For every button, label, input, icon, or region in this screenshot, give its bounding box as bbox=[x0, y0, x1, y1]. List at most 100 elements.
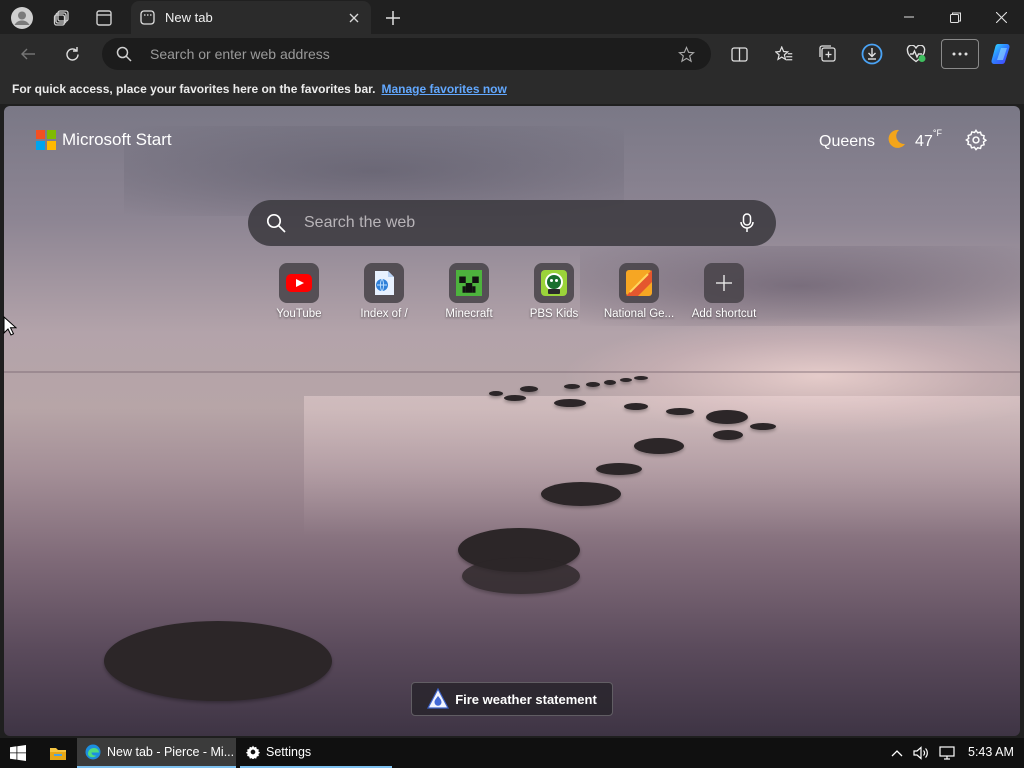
web-search-icon bbox=[266, 212, 288, 234]
shortcut-pbs-kids[interactable]: PBS Kids bbox=[511, 263, 597, 320]
split-screen-icon[interactable] bbox=[724, 39, 754, 69]
logo-square bbox=[36, 141, 45, 150]
shortcut-tile bbox=[279, 263, 319, 303]
settings-gear-icon bbox=[246, 745, 260, 759]
shortcut-minecraft[interactable]: Minecraft bbox=[426, 263, 512, 320]
title-bar: New tab bbox=[0, 0, 1024, 34]
tab-title: New tab bbox=[165, 10, 213, 25]
refresh-icon[interactable] bbox=[57, 39, 87, 69]
address-input[interactable] bbox=[148, 45, 671, 63]
shortcut-tile bbox=[704, 263, 744, 303]
shortcut-index-of[interactable]: Index of / bbox=[341, 263, 427, 320]
show-hidden-icons-chevron-icon[interactable] bbox=[887, 744, 907, 762]
minimize-icon[interactable] bbox=[886, 0, 932, 34]
background-stone bbox=[624, 403, 648, 410]
shortcut-label: National Ge... bbox=[603, 308, 675, 320]
shortcut-youtube[interactable]: YouTube bbox=[256, 263, 342, 320]
weather-alert-button[interactable]: Fire weather statement bbox=[411, 682, 613, 716]
directory-page-icon bbox=[375, 271, 394, 295]
page-settings-gear-icon[interactable] bbox=[962, 126, 990, 154]
background-stone bbox=[596, 463, 642, 475]
volume-icon[interactable] bbox=[911, 744, 931, 762]
background-stone bbox=[462, 558, 580, 594]
logo-square bbox=[47, 141, 56, 150]
favorites-bar-message: For quick access, place your favorites h… bbox=[12, 82, 376, 96]
shortcut-tile bbox=[619, 263, 659, 303]
new-tab-page: Microsoft Start Queens 47°F YouTube Inde… bbox=[4, 106, 1020, 736]
workspaces-icon[interactable] bbox=[49, 5, 75, 31]
shortcut-label: PBS Kids bbox=[529, 308, 579, 320]
weather-temperature: 47°F bbox=[915, 128, 942, 151]
favorites-icon[interactable] bbox=[769, 39, 799, 69]
collections-icon[interactable] bbox=[813, 39, 843, 69]
new-tab-plus-icon[interactable] bbox=[380, 5, 406, 31]
background-water bbox=[304, 396, 1020, 536]
manage-favorites-link[interactable]: Manage favorites now bbox=[381, 82, 506, 96]
shortcut-add[interactable]: Add shortcut bbox=[681, 263, 767, 320]
background-horizon bbox=[4, 371, 1020, 373]
tab-new-tab[interactable]: New tab bbox=[131, 1, 371, 34]
background-stone bbox=[541, 482, 621, 506]
web-search-input[interactable] bbox=[302, 213, 732, 233]
taskbar-clock[interactable]: 5:43 AM bbox=[968, 745, 1014, 759]
background-stone bbox=[504, 395, 526, 401]
taskbar: New tab - Pierce - Mi... Settings 5:43 A… bbox=[0, 738, 1024, 768]
browser-essentials-icon[interactable] bbox=[901, 39, 931, 69]
mouse-cursor-icon bbox=[3, 315, 18, 341]
weather-location: Queens bbox=[819, 132, 876, 150]
shortcut-label: YouTube bbox=[276, 308, 322, 320]
restore-icon[interactable] bbox=[932, 0, 978, 34]
profile-icon[interactable] bbox=[9, 5, 35, 31]
address-bar[interactable] bbox=[102, 38, 711, 70]
new-tab-page-icon bbox=[139, 10, 155, 26]
shortcut-national-geographic[interactable]: National Ge... bbox=[596, 263, 682, 320]
search-icon bbox=[116, 45, 134, 63]
background-stone bbox=[620, 378, 632, 382]
microsoft-logo-icon bbox=[36, 130, 56, 150]
temperature-unit: °F bbox=[932, 127, 942, 138]
web-search-box[interactable] bbox=[248, 200, 776, 246]
background-stone bbox=[554, 399, 586, 407]
microsoft-start-brand[interactable]: Microsoft Start bbox=[36, 130, 172, 150]
brand-name: Microsoft Start bbox=[62, 130, 172, 149]
microphone-icon[interactable] bbox=[732, 208, 762, 238]
downloads-icon[interactable] bbox=[857, 39, 887, 69]
favorite-star-icon[interactable] bbox=[671, 39, 701, 69]
network-icon[interactable] bbox=[937, 744, 957, 762]
weather-widget[interactable]: Queens 47°F bbox=[819, 128, 942, 155]
close-tab-icon[interactable] bbox=[343, 7, 365, 29]
moon-icon bbox=[885, 128, 907, 155]
file-explorer-icon[interactable] bbox=[40, 738, 76, 768]
windows-logo-icon bbox=[10, 745, 26, 761]
background-stone bbox=[713, 430, 743, 440]
background-stone bbox=[666, 408, 694, 415]
taskbar-edge-window[interactable]: New tab - Pierce - Mi... bbox=[77, 738, 236, 768]
more-icon[interactable] bbox=[941, 39, 979, 69]
alert-text: Fire weather statement bbox=[455, 691, 597, 707]
background-stone bbox=[634, 376, 648, 380]
back-icon[interactable] bbox=[13, 39, 43, 69]
minecraft-creeper-icon bbox=[456, 270, 482, 296]
fire-warning-icon bbox=[427, 688, 450, 710]
background-stone bbox=[520, 386, 538, 392]
national-geographic-icon bbox=[626, 270, 652, 296]
shortcut-tile bbox=[364, 263, 404, 303]
shortcut-tile bbox=[534, 263, 574, 303]
vertical-tabs-icon[interactable] bbox=[91, 5, 117, 31]
navigation-bar bbox=[0, 34, 1024, 74]
taskbar-settings-window[interactable]: Settings bbox=[240, 738, 392, 768]
shortcut-label: Index of / bbox=[360, 308, 408, 320]
close-window-icon[interactable] bbox=[978, 0, 1024, 34]
background-stone bbox=[750, 423, 776, 430]
background-stone bbox=[634, 438, 684, 454]
edge-icon bbox=[85, 744, 101, 760]
background-stone bbox=[586, 382, 600, 387]
background-stone bbox=[564, 384, 580, 389]
background-stone bbox=[104, 621, 332, 701]
add-plus-icon bbox=[716, 275, 732, 291]
copilot-icon[interactable] bbox=[987, 39, 1017, 69]
logo-square bbox=[36, 130, 45, 139]
youtube-icon bbox=[286, 274, 312, 292]
background-stone bbox=[604, 380, 616, 385]
start-button[interactable] bbox=[0, 738, 36, 768]
